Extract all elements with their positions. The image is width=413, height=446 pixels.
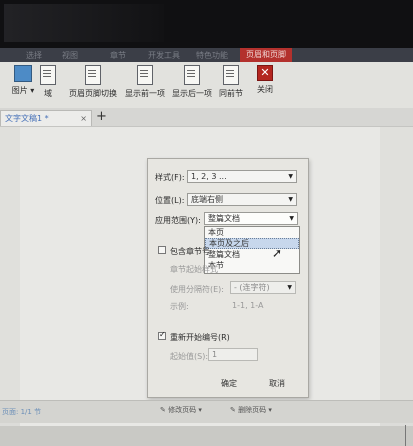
- field-button[interactable]: 域: [38, 65, 58, 99]
- tab-developer[interactable]: 开发工具: [148, 50, 180, 62]
- chevron-down-icon: ▼: [289, 215, 294, 222]
- start-value-input[interactable]: 1: [208, 348, 258, 361]
- scope-option-this-section[interactable]: 本节: [205, 260, 299, 271]
- separator-select[interactable]: - (连字符) ▼: [230, 281, 296, 294]
- close-icon: ✕: [257, 65, 273, 81]
- screen-bottom-edge: [0, 426, 413, 446]
- tab-view[interactable]: 视图: [62, 50, 78, 62]
- tab-select[interactable]: 选择: [26, 50, 42, 62]
- link-previous-icon: [223, 65, 239, 85]
- scope-option-whole-document[interactable]: 整篇文档: [205, 249, 299, 260]
- tab-close-icon[interactable]: ×: [80, 111, 87, 127]
- include-chapter-checkbox[interactable]: [158, 246, 166, 254]
- ok-button[interactable]: 确定: [214, 378, 244, 390]
- restart-numbering-label: 重新开始编号(R): [170, 333, 230, 342]
- delete-page-number-button[interactable]: ✎ 删除页码 ▾: [230, 404, 272, 416]
- tab-features[interactable]: 特色功能: [196, 50, 228, 62]
- mouse-cursor-icon: ➚: [272, 246, 283, 260]
- scope-select[interactable]: 整篇文档 ▼: [204, 212, 298, 225]
- document-tab[interactable]: 文字文稿1 * ×: [0, 110, 92, 126]
- scope-dropdown-list: 本页 本页及之后 整篇文档 本节: [204, 226, 300, 274]
- divider: [405, 425, 406, 446]
- chevron-down-icon: ▼: [287, 284, 292, 291]
- style-select[interactable]: 1, 2, 3 ... ▼: [187, 170, 297, 183]
- status-bar: 页面: 1/1 节: [0, 400, 413, 423]
- scope-label: 应用范围(Y):: [155, 216, 201, 225]
- example-label: 示例:: [170, 302, 189, 311]
- restart-numbering-checkbox[interactable]: [158, 330, 166, 340]
- link-previous-button[interactable]: 同前节: [216, 65, 246, 99]
- screen-glare: [4, 4, 164, 42]
- scope-option-this-page[interactable]: 本页: [205, 227, 299, 238]
- menu-bar: 选择 视图 章节 开发工具 特色功能 页眉和页脚: [0, 48, 413, 62]
- chapter-start-label: 章节起始样式: [170, 265, 218, 274]
- new-tab-icon[interactable]: +: [96, 110, 107, 124]
- start-value-label: 起始值(S):: [170, 352, 209, 361]
- tab-section[interactable]: 章节: [110, 50, 126, 62]
- style-label: 样式(F):: [155, 173, 185, 182]
- show-next-button[interactable]: 显示后一项: [171, 65, 213, 99]
- close-button[interactable]: ✕ 关闭: [254, 65, 276, 95]
- document-tab-bar: 文字文稿1 * × +: [0, 108, 413, 127]
- cancel-button[interactable]: 取消: [262, 378, 292, 390]
- field-icon: [40, 65, 56, 85]
- previous-icon: [137, 65, 153, 85]
- separator-label: 使用分隔符(E):: [170, 285, 224, 294]
- delete-icon: ✎: [230, 406, 236, 414]
- scope-option-this-page-onward[interactable]: 本页及之后: [205, 238, 299, 249]
- chevron-down-icon: ▼: [288, 173, 293, 180]
- include-chapter-label: 包含章节号: [170, 247, 210, 256]
- position-select[interactable]: 底端右侧 ▼: [187, 193, 297, 206]
- header-footer-switch-button[interactable]: 页眉页脚切换: [68, 65, 118, 99]
- edit-icon: ✎: [160, 406, 166, 414]
- modify-page-number-button[interactable]: ✎ 修改页码 ▾: [160, 404, 202, 416]
- picture-button[interactable]: 图片 ▾: [8, 65, 38, 96]
- ribbon-toolbar: 图片 ▾ 域 页眉页脚切换 显示前一项 显示后一项 同前节 ✕ 关闭: [0, 62, 413, 109]
- screen-bezel: [0, 0, 413, 48]
- position-label: 位置(L):: [155, 196, 185, 205]
- next-icon: [184, 65, 200, 85]
- chevron-down-icon: ▼: [288, 196, 293, 203]
- show-previous-button[interactable]: 显示前一项: [124, 65, 166, 99]
- picture-icon: [14, 65, 32, 82]
- page-status: 页面: 1/1 节: [2, 408, 42, 416]
- tab-header-footer[interactable]: 页眉和页脚: [240, 48, 292, 62]
- switch-icon: [85, 65, 101, 85]
- example-value: 1-1, 1-A: [232, 301, 264, 310]
